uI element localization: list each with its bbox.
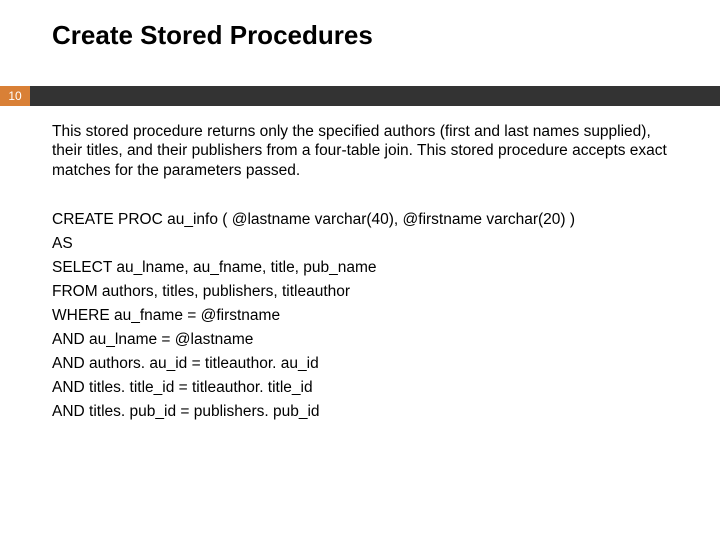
- accent-bar: 10: [0, 86, 720, 106]
- description-text: This stored procedure returns only the s…: [52, 122, 668, 180]
- code-line: WHERE au_fname = @firstname: [52, 304, 668, 328]
- code-line: AND au_lname = @lastname: [52, 328, 668, 352]
- code-line: SELECT au_lname, au_fname, title, pub_na…: [52, 256, 668, 280]
- code-line: CREATE PROC au_info ( @lastname varchar(…: [52, 208, 668, 232]
- page-number-badge: 10: [0, 86, 30, 106]
- slide-body: This stored procedure returns only the s…: [52, 122, 668, 424]
- code-line: AND titles. title_id = titleauthor. titl…: [52, 376, 668, 400]
- accent-bar-fill: [30, 86, 720, 106]
- slide: Create Stored Procedures 10 This stored …: [0, 0, 720, 540]
- code-line: AS: [52, 232, 668, 256]
- code-line: AND authors. au_id = titleauthor. au_id: [52, 352, 668, 376]
- code-block: CREATE PROC au_info ( @lastname varchar(…: [52, 208, 668, 424]
- code-line: AND titles. pub_id = publishers. pub_id: [52, 400, 668, 424]
- slide-title: Create Stored Procedures: [52, 20, 373, 51]
- code-line: FROM authors, titles, publishers, titlea…: [52, 280, 668, 304]
